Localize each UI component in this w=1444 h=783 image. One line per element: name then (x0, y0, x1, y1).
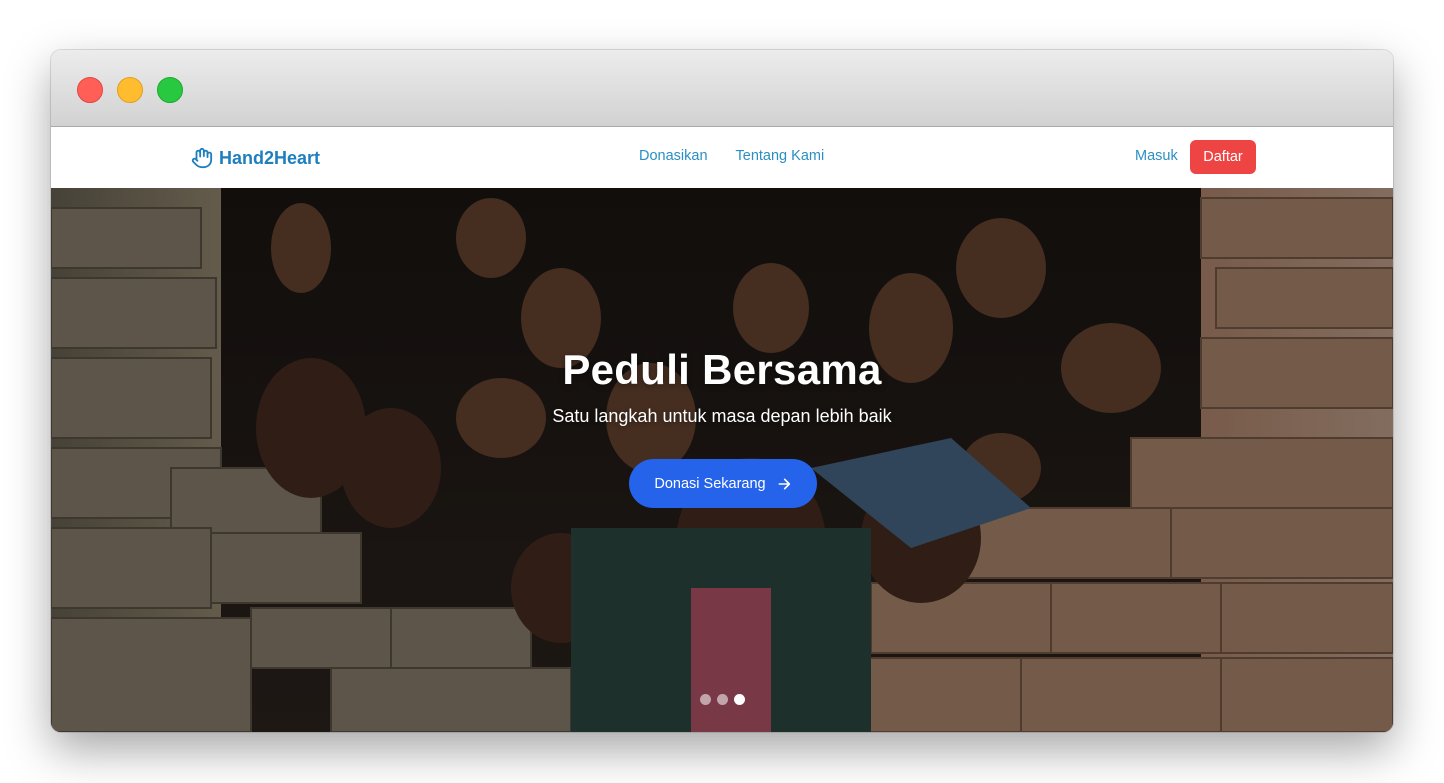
hero-subtitle: Satu langkah untuk masa depan lebih baik (552, 406, 892, 426)
carousel-dot-2[interactable] (717, 694, 728, 705)
brand-logo-link[interactable]: Hand2Heart (191, 145, 320, 171)
minimize-window-button[interactable] (117, 77, 143, 103)
donate-now-button[interactable]: Donasi Sekarang (629, 459, 817, 508)
top-navbar: Hand2Heart Donasikan Tentang Kami Masuk … (51, 127, 1393, 188)
maximize-window-button[interactable] (157, 77, 183, 103)
raised-hand-icon (191, 147, 213, 169)
arrow-right-icon (778, 478, 790, 489)
nav-link-donasikan[interactable]: Donasikan (639, 148, 708, 164)
close-window-button[interactable] (77, 77, 103, 103)
carousel-dot-1[interactable] (700, 694, 711, 705)
main-nav: Donasikan Tentang Kami (639, 148, 824, 164)
window-titlebar (51, 50, 1393, 127)
brand-name: Hand2Heart (219, 147, 321, 168)
register-button[interactable]: Daftar (1190, 140, 1256, 174)
donate-now-label: Donasi Sekarang (654, 475, 766, 492)
carousel-indicators (700, 694, 745, 705)
hero-content: Peduli Bersama Satu langkah untuk masa d… (51, 346, 1393, 427)
hero-title: Peduli Bersama (562, 346, 882, 393)
login-link[interactable]: Masuk (1135, 148, 1178, 164)
browser-window: Hand2Heart Donasikan Tentang Kami Masuk … (51, 50, 1393, 732)
nav-link-tentang-kami[interactable]: Tentang Kami (736, 148, 825, 164)
hero-carousel: Peduli Bersama Satu langkah untuk masa d… (51, 188, 1393, 732)
carousel-dot-3[interactable] (734, 694, 745, 705)
